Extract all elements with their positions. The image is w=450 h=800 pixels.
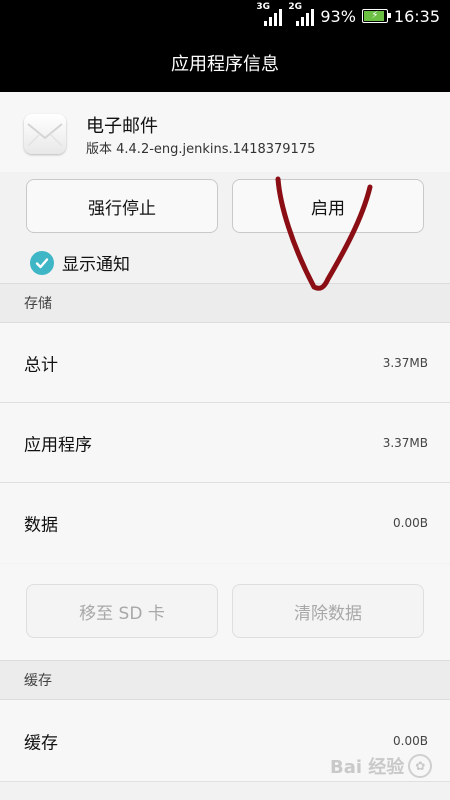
page-title: 应用程序信息 — [171, 54, 279, 75]
clear-data-label: 清除数据 — [294, 603, 362, 624]
storage-section-title: 存储 — [24, 296, 52, 312]
app-name: 电子邮件 — [86, 116, 158, 137]
baidu-watermark: Bai 经验 ✿ — [330, 746, 445, 786]
row-label: 总计 — [24, 355, 58, 375]
checkmark-icon[interactable] — [30, 250, 54, 275]
show-notification-row[interactable]: 显示通知 — [30, 250, 130, 275]
mail-envelope-icon — [24, 114, 66, 154]
storage-row-app: 应用程序 3.37MB — [0, 403, 450, 483]
row-value: 3.37MB — [382, 435, 428, 450]
status-bar-right: 3G 2G 93% ⚡ 16:35 — [256, 2, 440, 26]
battery-percent: 93% — [320, 6, 356, 26]
clock: 16:35 — [393, 6, 440, 26]
app-header: 电子邮件 版本 4.4.2-eng.jenkins.1418379175 — [0, 92, 450, 172]
row-value: 3.37MB — [382, 355, 428, 370]
cache-section-header: 缓存 — [0, 660, 450, 700]
storage-row-total: 总计 3.37MB — [0, 323, 450, 403]
force-stop-button[interactable]: 强行停止 — [26, 179, 218, 233]
row-label: 应用程序 — [24, 435, 92, 455]
clear-data-button[interactable]: 清除数据 — [232, 584, 424, 638]
paw-logo-icon: ✿ — [408, 754, 433, 778]
row-value: 0.00B — [393, 516, 428, 530]
storage-row-data: 数据 0.00B — [0, 483, 450, 563]
watermark-text: Bai 经验 — [330, 757, 405, 778]
enable-button[interactable]: 启用 — [232, 179, 424, 233]
storage-section-header: 存储 — [0, 283, 450, 323]
move-to-sd-label: 移至 SD 卡 — [79, 603, 165, 624]
cache-section-title: 缓存 — [24, 673, 52, 689]
move-to-sd-button[interactable]: 移至 SD 卡 — [26, 584, 218, 638]
row-label: 缓存 — [24, 733, 58, 753]
enable-label: 启用 — [311, 198, 345, 219]
force-stop-label: 强行停止 — [88, 198, 156, 219]
app-version: 版本 4.4.2-eng.jenkins.1418379175 — [86, 142, 316, 157]
battery-charging-icon: ⚡ — [361, 9, 391, 23]
status-bar: 3G 2G 93% ⚡ 16:35 — [0, 0, 450, 34]
sim1-signal-icon: 3G — [256, 2, 283, 26]
row-label: 数据 — [24, 515, 58, 536]
show-notification-label: 显示通知 — [62, 255, 130, 275]
title-bar: 应用程序信息 — [0, 34, 450, 92]
sim2-signal-icon: 2G — [288, 2, 315, 26]
